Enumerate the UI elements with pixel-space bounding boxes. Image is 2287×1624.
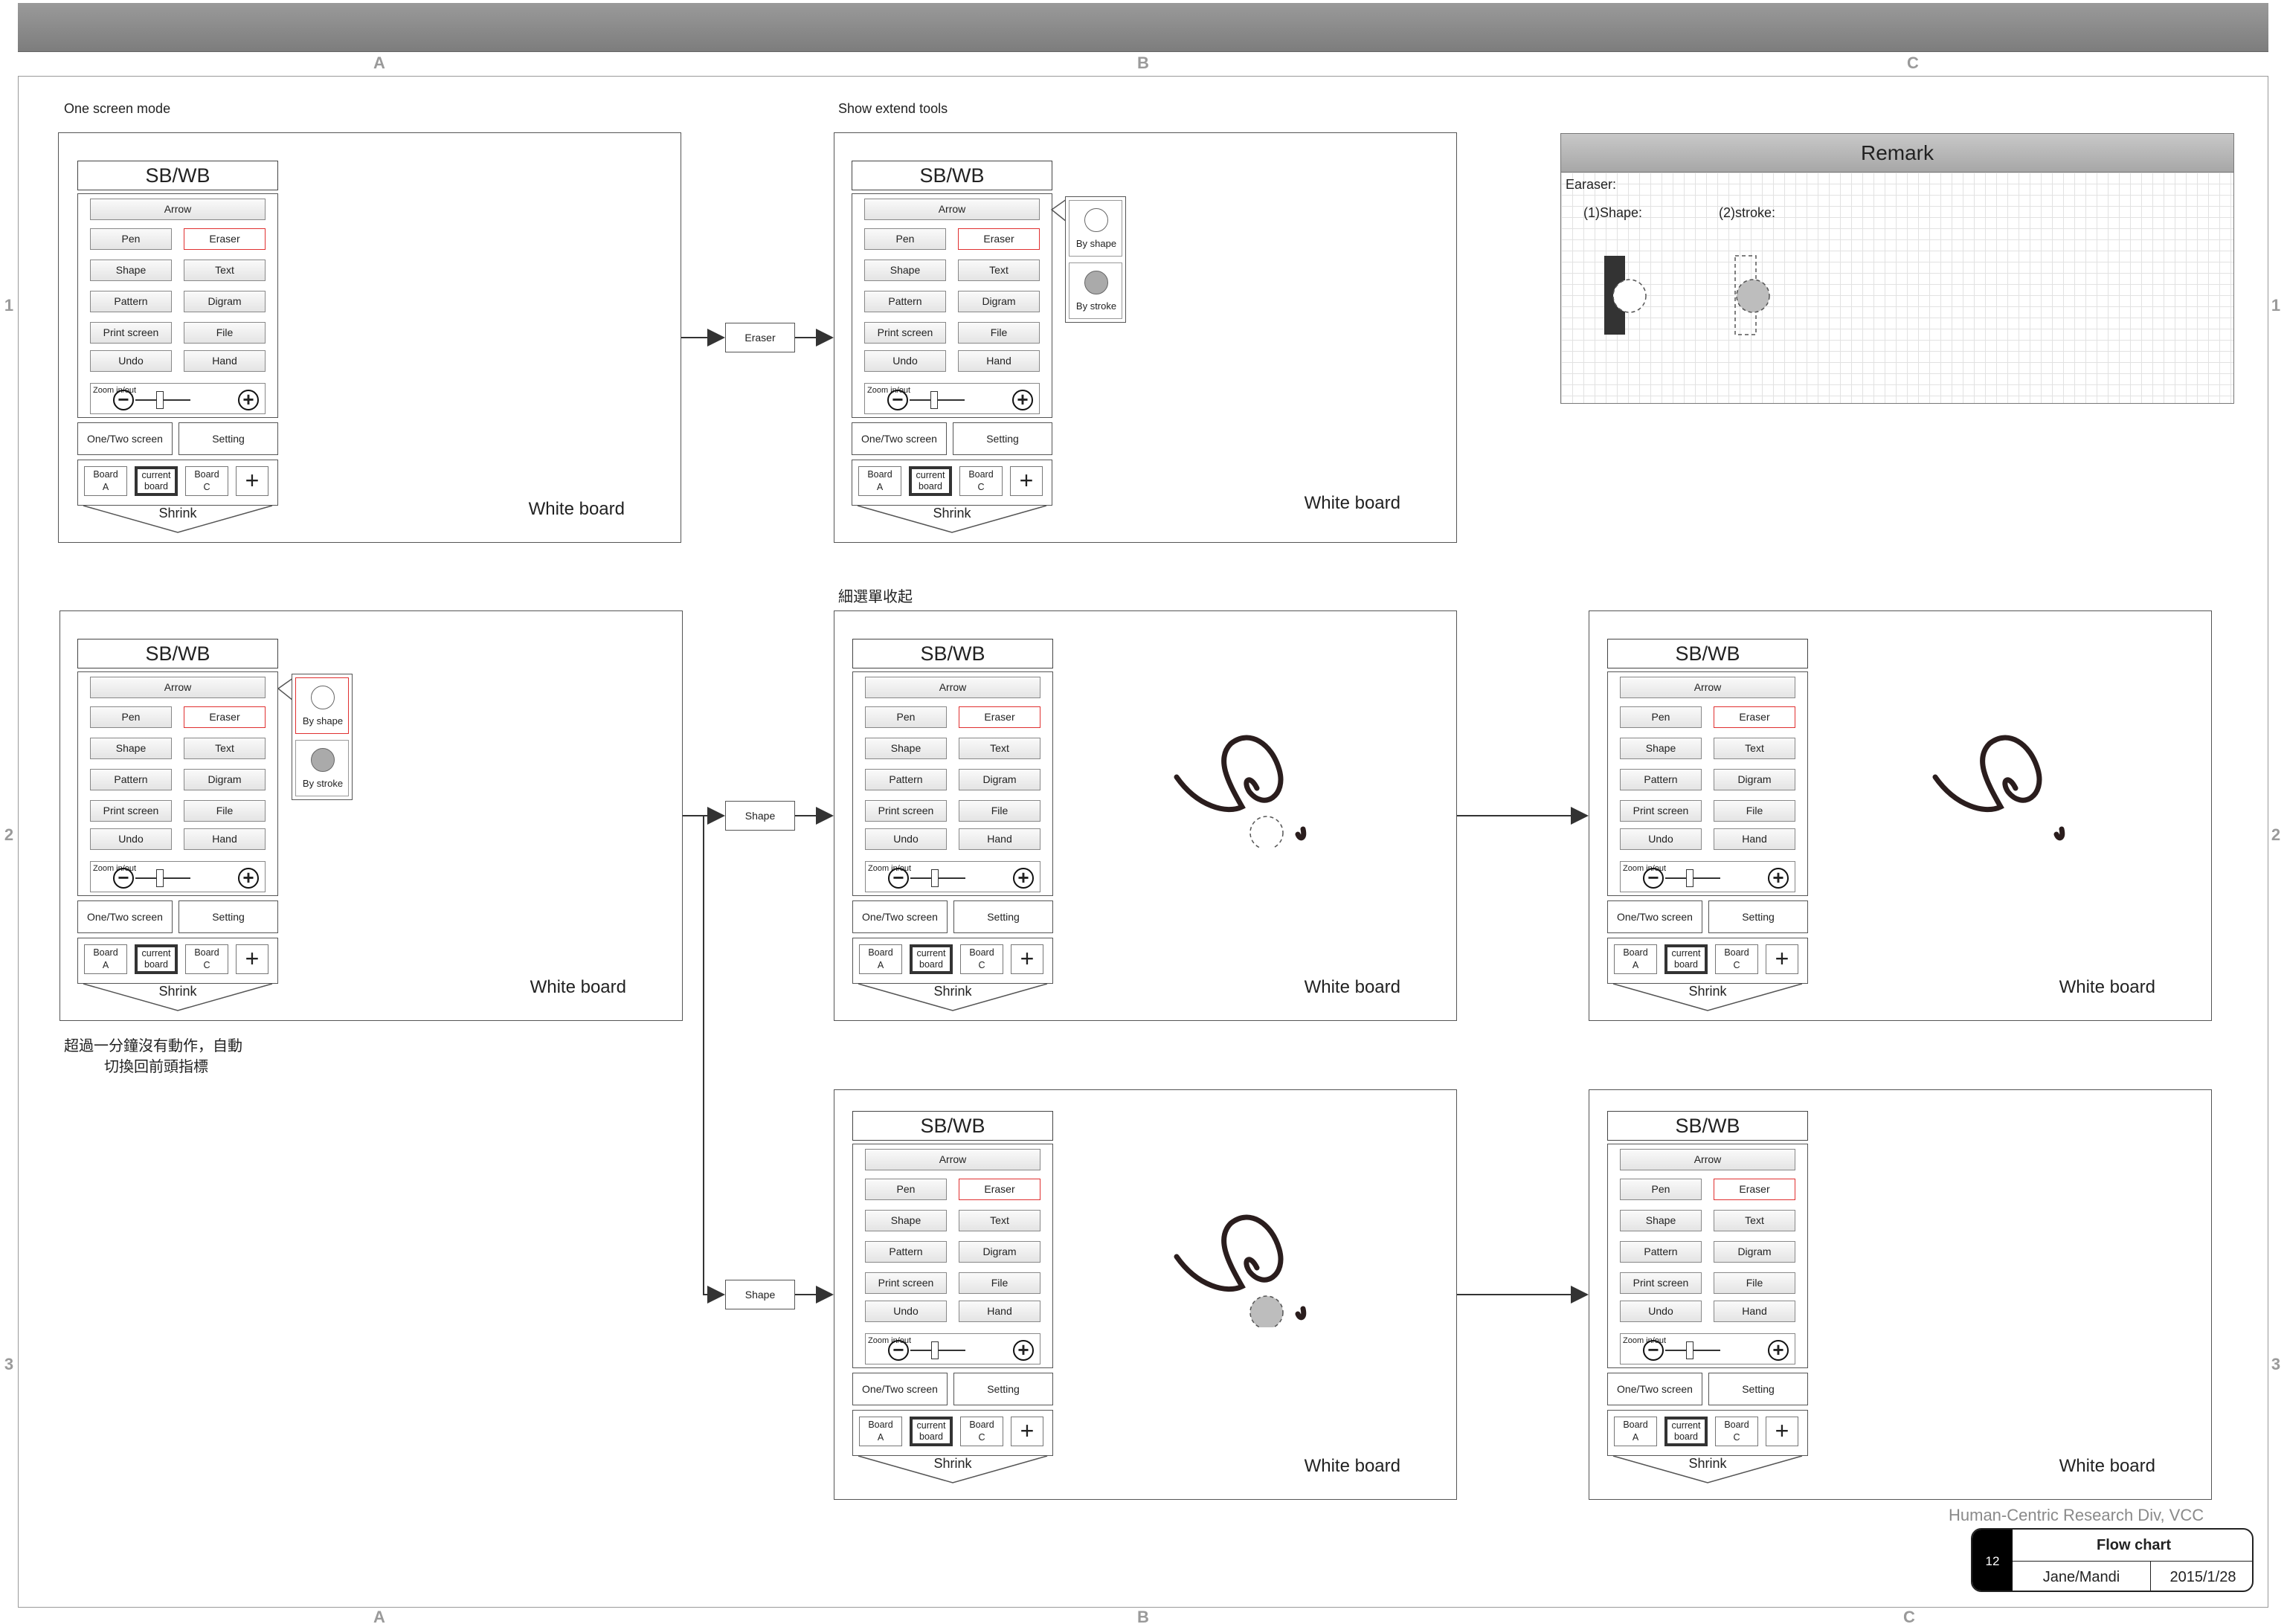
remark-shape-label: (1)Shape:: [1583, 205, 1643, 220]
ink-stroke-icon: [1174, 735, 1284, 813]
ink-stroke-icon: [1174, 1214, 1284, 1292]
remark-eraser-label: Earaser:: [1566, 177, 1617, 192]
company-label: Human-Centric Research Div, VCC: [1949, 1506, 2204, 1524]
title-block: 12 Flow chart Jane/Mandi 2015/1/28: [1971, 1528, 2254, 1592]
date: 2015/1/28: [2169, 1569, 2236, 1585]
shape-flow-label: Shape: [725, 801, 795, 831]
remark-title: Remark: [1561, 134, 2233, 173]
remark-grid: Earaser: (1)Shape: (2)stroke:: [1561, 173, 2233, 403]
document-title: Flow chart: [2013, 1530, 2252, 1562]
remark-panel: Remark Earaser: (1)Shape: (2)stroke:: [1560, 133, 2234, 404]
shape-flow-label-2: Shape: [725, 1280, 795, 1309]
erasing-stroke-by-stroke-illustration: [1174, 1214, 1307, 1327]
shape-eraser-example-icon: [1604, 256, 1647, 335]
author: Jane/Mandi: [2013, 1562, 2151, 1591]
ink-stroke-tail-icon: [1295, 1306, 1307, 1321]
ink-stroke-tail-icon: [2053, 826, 2065, 841]
flow-chart-sheet: A B C A B C 1 2 3 1 2 3 One screen mode …: [0, 0, 2287, 1624]
connector-line: [703, 816, 725, 1304]
page-number: 12: [1972, 1530, 2013, 1591]
ink-stroke-icon: [1932, 735, 2042, 813]
stroke-eraser-cursor-icon: [1249, 1295, 1284, 1327]
remark-stroke-label: (2)stroke:: [1719, 205, 1776, 220]
shape-eraser-cursor-icon: [1249, 816, 1284, 848]
stroke-eraser-example-icon: [1734, 255, 1770, 335]
eraser-flow-label: Eraser: [725, 323, 795, 352]
erased-stroke-result-illustration: [1932, 735, 2065, 841]
erasing-stroke-shape-illustration: [1174, 735, 1307, 848]
ink-stroke-tail-icon: [1295, 826, 1307, 841]
